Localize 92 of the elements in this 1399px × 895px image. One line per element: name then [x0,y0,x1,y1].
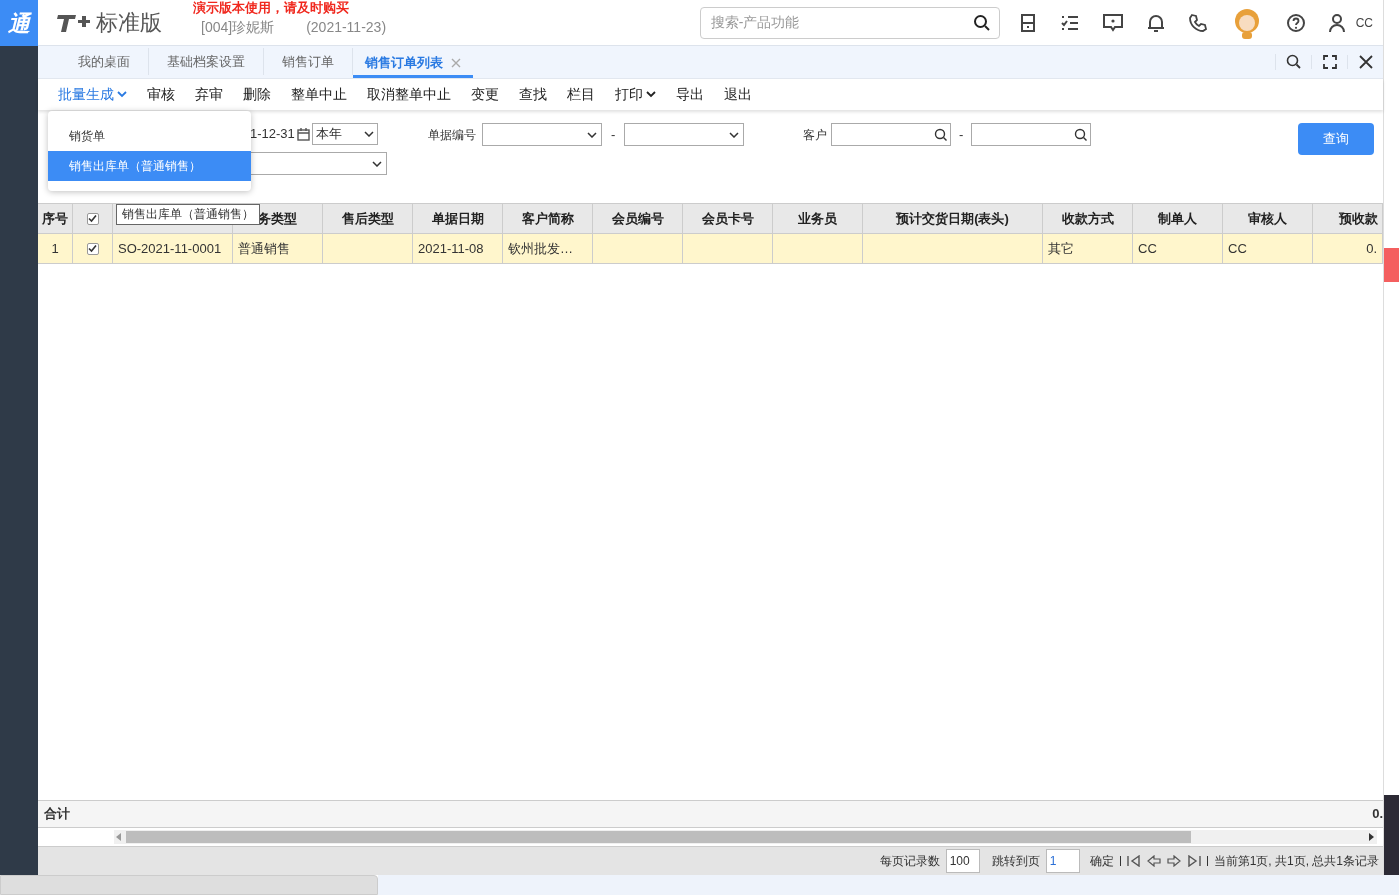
page-size-label: 每页记录数 [879,853,940,870]
login-date: (2021-11-23) [306,17,387,37]
user-name[interactable]: CC [1355,13,1373,32]
page-size-field[interactable]: 100 [945,849,980,873]
bell-icon[interactable] [1145,12,1166,33]
page-summary: 当前第1页, 共1页, 总共1条记录 [1213,853,1379,870]
toolbar-button[interactable]: 删除 [243,84,271,105]
caret-icon[interactable] [363,131,374,137]
range-separator: - [610,125,617,144]
toolbar-button[interactable]: 导出 [676,84,704,105]
column-header[interactable]: 序号 [42,208,68,229]
column-header[interactable]: 会员编号 [611,208,664,229]
tab[interactable]: 基础档案设置 [149,48,264,75]
caret-icon[interactable] [729,131,740,138]
product-name: 标准版 [96,9,162,37]
first-page-icon[interactable] [1126,855,1141,867]
tab[interactable]: 我的桌面 [60,48,149,75]
tab[interactable]: 销售订单列表 [353,51,473,78]
search-icon[interactable] [1074,127,1089,142]
search-icon[interactable] [1285,54,1302,70]
demo-notice[interactable]: 演示版本使用，请及时购买 [193,0,387,15]
toolbar-button[interactable]: 栏目 [567,84,595,105]
previous-page-icon[interactable] [1146,855,1161,867]
column-header[interactable]: 收款方式 [1061,208,1114,229]
select-field[interactable] [482,123,602,146]
customer-field[interactable] [971,123,1092,146]
column-header[interactable]: 单据日期 [431,208,484,229]
total-value: 0. [1372,805,1383,824]
table-cell-text: SO-2021-11-0001 [118,239,222,258]
caret-icon[interactable] [372,160,382,167]
search-input[interactable]: 搜索-产品功能 [700,12,973,33]
table-cell-text: 0. [1366,239,1377,258]
message-icon[interactable] [1101,12,1124,33]
last-page-icon[interactable] [1186,855,1201,867]
toolbar-button[interactable]: 取消整单中止 [367,84,451,105]
filter-label: 单据编号 [428,126,476,144]
column-header[interactable]: 预计交货日期(表头) [896,208,1009,229]
select-field[interactable] [250,152,387,175]
caret-icon[interactable] [646,91,656,98]
fullscreen-icon[interactable] [1322,55,1337,69]
toolbar-button[interactable]: 退出 [724,84,752,105]
page-number-field[interactable]: 1 [1045,849,1080,873]
tab[interactable]: 销售订单 [264,48,353,75]
next-page-icon[interactable] [1166,855,1181,867]
calendar-icon[interactable] [296,127,310,141]
search-field[interactable]: 搜索-产品功能 [699,6,1000,39]
scroll-right-icon[interactable] [1369,833,1375,841]
checkbox[interactable] [86,212,99,225]
date-end-text[interactable]: 1-12-31 [250,124,295,144]
column-header[interactable]: 会员卡号 [701,208,754,229]
table-cell-text: 普通销售 [238,239,290,258]
toolbar-button[interactable]: 整单中止 [291,84,347,105]
checkbox[interactable] [86,242,99,255]
phone-icon[interactable] [1187,12,1208,33]
horizontal-scrollbar[interactable] [114,830,1377,844]
period-select[interactable]: 本年 [311,123,378,145]
help-icon[interactable] [1285,12,1306,33]
customer-field[interactable] [831,123,951,146]
toolbar-button[interactable]: 查找 [519,84,547,105]
goto-page-label: 跳转到页 [991,853,1040,870]
user-icon[interactable] [1327,12,1346,33]
toolbar-button[interactable]: 批量生成 [58,84,127,105]
tooltip: 销售出库单（普通销售） [116,204,260,225]
column-header[interactable]: 售后类型 [341,208,394,229]
toolbar-button[interactable]: 变更 [471,84,499,105]
table-cell-text: CC [1138,239,1157,258]
side-panel-marker [1384,248,1399,282]
search-icon[interactable] [972,13,991,32]
table-cell-text: 其它 [1048,239,1074,258]
column-header[interactable]: 制单人 [1158,208,1197,229]
table-cell-text: 钦州批发… [508,239,573,258]
column-header[interactable]: 业务员 [798,208,837,229]
table-cell-text: 1 [51,239,59,258]
app-logo: 通 [8,9,30,38]
toolbar-button[interactable]: 打印 [615,84,656,105]
total-label: 合计 [44,805,71,824]
close-icon[interactable] [1358,55,1373,69]
caret-icon[interactable] [587,131,597,138]
confirm-link[interactable]: 确定 [1089,852,1114,870]
column-header[interactable]: 审核人 [1248,208,1287,229]
search-icon[interactable] [934,127,948,142]
column-header[interactable]: 客户简称 [521,208,574,229]
toolbar-button[interactable]: 审核 [147,84,175,105]
range-separator: - [958,125,965,144]
filter-label: 客户 [803,126,827,144]
select-field[interactable] [624,123,745,146]
toolbar-button[interactable]: 弃审 [195,84,223,105]
column-header[interactable]: 预收款 [1339,208,1378,229]
account-name: [004]珍妮斯 [201,17,275,37]
table-cell-text: CC [1228,239,1247,258]
table-cell-text: 2021-11-08 [418,239,484,258]
menu-item[interactable]: 销货单 [48,121,251,151]
